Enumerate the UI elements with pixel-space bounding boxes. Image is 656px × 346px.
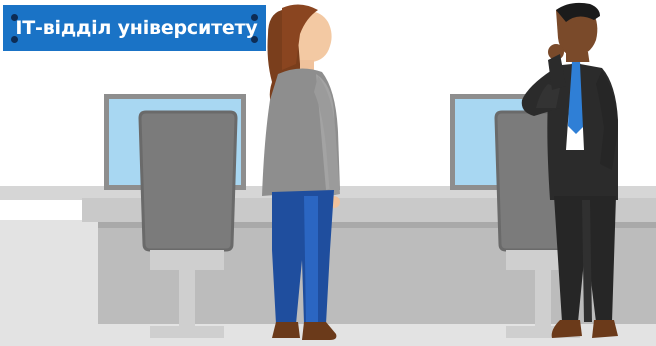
- office-scene: ІТ-відділ університету: [0, 0, 656, 346]
- department-sign: ІТ-відділ університету: [3, 5, 266, 51]
- office-illustration: [0, 2, 656, 346]
- sign-text: ІТ-відділ університету: [15, 17, 258, 39]
